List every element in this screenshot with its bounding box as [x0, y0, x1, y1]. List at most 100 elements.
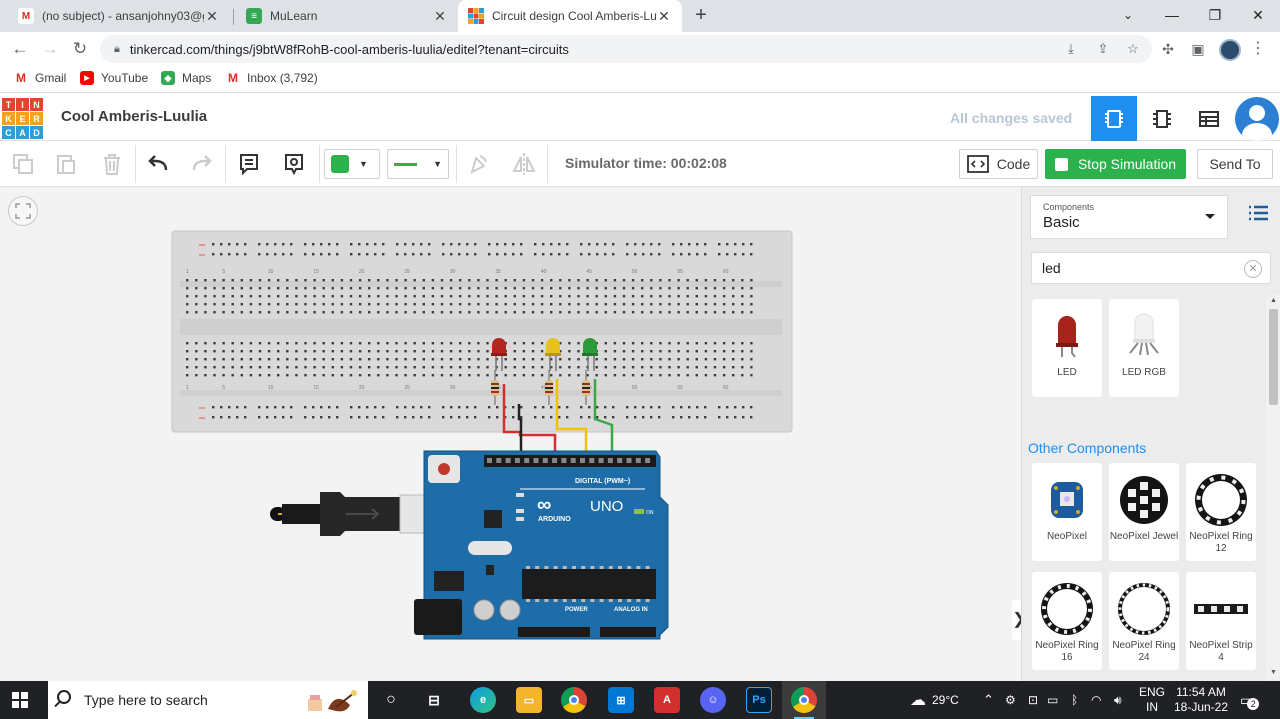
scroll-down-icon[interactable]: ▼	[1269, 669, 1278, 676]
browser-menu-icon[interactable]: ⋮	[1250, 38, 1266, 60]
panel-scrollbar[interactable]: ▲ ▼	[1266, 295, 1280, 681]
bluetooth-icon[interactable]: ᛒ	[1071, 681, 1078, 719]
extensions-icon[interactable]: ✣	[1159, 40, 1177, 58]
share-icon[interactable]: ⇪	[1092, 35, 1114, 63]
design-title[interactable]: Cool Amberis-Luulia	[61, 108, 207, 125]
bookmark-maps[interactable]: ◆ Maps	[161, 71, 211, 85]
store-icon[interactable]: ⊞	[608, 687, 634, 713]
close-window-icon[interactable]: ✕	[1236, 0, 1280, 32]
reload-icon[interactable]: ↻	[69, 38, 91, 60]
power-jack[interactable]	[414, 599, 462, 635]
tab-tinkercad[interactable]: Circuit design Cool Amberis-Luul ✕	[458, 0, 682, 32]
discord-icon[interactable]: ☺	[700, 687, 726, 713]
wifi-icon[interactable]: ◠	[1091, 681, 1101, 719]
wire-type-picker[interactable]: ▼	[387, 149, 449, 179]
new-tab-icon[interactable]: +	[690, 4, 712, 26]
stop-simulation-button[interactable]: Stop Simulation	[1045, 149, 1186, 179]
profile-avatar[interactable]	[1219, 39, 1241, 61]
tray-overflow-icon[interactable]: ⌃	[983, 681, 994, 719]
component-list-button[interactable]	[1186, 96, 1232, 141]
component-card-neopixel[interactable]: NeoPixel	[1032, 463, 1102, 561]
component-card-led[interactable]: LED	[1032, 299, 1102, 397]
analog-header	[600, 627, 656, 637]
component-card-neopixel-ring-24[interactable]: NeoPixel Ring 24	[1109, 572, 1179, 670]
clear-search-icon[interactable]: ✕	[1244, 260, 1262, 278]
logo-letter: C	[2, 126, 15, 139]
maximize-icon[interactable]: ❐	[1193, 0, 1237, 32]
eye-note-icon	[285, 154, 303, 176]
notes-button[interactable]	[234, 149, 264, 179]
clock[interactable]: 11:54 AM 18-Jun-22	[1173, 681, 1229, 719]
send-to-button[interactable]: Send To	[1197, 149, 1273, 179]
scroll-up-icon[interactable]: ▲	[1269, 297, 1278, 304]
taskbar-search[interactable]: Type here to search	[48, 681, 368, 719]
bookmark-gmail[interactable]: M Gmail	[14, 71, 66, 85]
color-picker[interactable]: ▼	[324, 149, 380, 179]
close-tab-icon[interactable]: ✕	[432, 8, 448, 25]
component-search[interactable]: ✕	[1031, 252, 1271, 284]
notes-visibility-button[interactable]	[279, 149, 309, 179]
acrobat-icon[interactable]: A	[654, 687, 680, 713]
chrome-icon[interactable]	[791, 687, 817, 713]
tray-device-icon[interactable]: ⊡	[1028, 681, 1038, 719]
column-number: 20	[359, 269, 365, 275]
back-icon[interactable]: ←	[9, 38, 31, 60]
component-card-neopixel-strip-4[interactable]: NeoPixel Strip 4	[1186, 572, 1256, 670]
schematic-view-button[interactable]	[1139, 96, 1185, 141]
task-view-icon[interactable]: ⊟	[421, 687, 447, 713]
tray-app-icon[interactable]: ⚙	[1005, 681, 1016, 719]
scrollbar-thumb[interactable]	[1269, 309, 1278, 405]
column-number: 60	[723, 269, 729, 275]
circuit-workplane[interactable]: 1155101015152020252530303535404045455050…	[0, 187, 1021, 681]
rotate-button[interactable]	[463, 149, 493, 179]
close-tab-icon[interactable]: ✕	[656, 8, 672, 25]
component-search-input[interactable]	[1042, 260, 1242, 276]
address-bar[interactable]: 🔒︎ tinkercad.com/things/j9btW8fRohB-cool…	[100, 35, 1152, 63]
code-button[interactable]: Code	[959, 149, 1038, 179]
tinkercad-logo[interactable]: T I N K E R C A D	[2, 98, 43, 139]
send-to-label: Send To	[1209, 156, 1261, 172]
file-explorer-icon[interactable]: ▭	[516, 687, 542, 713]
bookmark-youtube[interactable]: ▶ YouTube	[80, 71, 148, 85]
component-card-neopixel-jewel[interactable]: NeoPixel Jewel	[1109, 463, 1179, 561]
bookmark-inbox[interactable]: M Inbox (3,792)	[226, 71, 318, 85]
battery-icon[interactable]: ▭	[1047, 681, 1058, 719]
forward-icon[interactable]: →	[39, 38, 61, 60]
flip-button[interactable]	[509, 149, 539, 179]
logo-letter: E	[16, 112, 29, 125]
undo-button[interactable]	[143, 149, 173, 179]
delete-button[interactable]	[97, 149, 127, 179]
install-app-icon[interactable]: ⤓	[1060, 35, 1082, 63]
notification-count: 2	[1247, 698, 1260, 710]
tab-mulearn[interactable]: ≡ MuLearn ✕	[236, 0, 458, 32]
edge-icon[interactable]: e	[470, 687, 496, 713]
panel-collapse-icon[interactable]: ❯	[1012, 600, 1021, 640]
chevron-down-icon: ▼	[359, 159, 368, 169]
component-card-neopixel-ring-16[interactable]: NeoPixel Ring 16	[1032, 572, 1102, 670]
tab-gmail[interactable]: M (no subject) - ansanjohny03@gm ✕	[8, 0, 230, 32]
notification-center-icon[interactable]: ▭ 2	[1240, 681, 1260, 719]
list-view-button[interactable]	[1246, 201, 1270, 225]
component-card-neopixel-ring-12[interactable]: NeoPixel Ring 12	[1186, 463, 1256, 561]
arduino-uno-board[interactable]: DIGITAL (PWM~) ∞ ARDUINO UNO ON POWER AN…	[414, 450, 669, 640]
weather-widget[interactable]: ☁ 29°C	[910, 681, 959, 719]
redo-button[interactable]	[187, 149, 217, 179]
components-dropdown[interactable]: Components Basic	[1030, 195, 1228, 239]
photoshop-icon[interactable]: Ps	[746, 687, 772, 713]
bookmark-star-icon[interactable]: ☆	[1122, 35, 1144, 63]
cortana-icon[interactable]: ○	[378, 687, 404, 713]
column-number: 50	[632, 269, 638, 275]
component-card-led-rgb[interactable]: LED RGB	[1109, 299, 1179, 397]
volume-icon[interactable]: 🔊︎	[1114, 681, 1122, 719]
user-avatar[interactable]	[1235, 97, 1279, 141]
paste-button[interactable]	[51, 149, 81, 179]
circuit-view-button[interactable]	[1091, 96, 1137, 141]
close-tab-icon[interactable]: ✕	[204, 8, 220, 25]
chrome-icon[interactable]	[561, 687, 587, 713]
minimize-icon[interactable]: —	[1150, 0, 1194, 32]
tab-search-icon[interactable]: ⌄	[1106, 0, 1150, 32]
copy-button[interactable]	[8, 149, 38, 179]
language-indicator[interactable]: ENG IN	[1139, 681, 1165, 719]
windows-start-icon[interactable]	[12, 692, 28, 708]
side-panel-icon[interactable]: ▣	[1189, 40, 1207, 58]
